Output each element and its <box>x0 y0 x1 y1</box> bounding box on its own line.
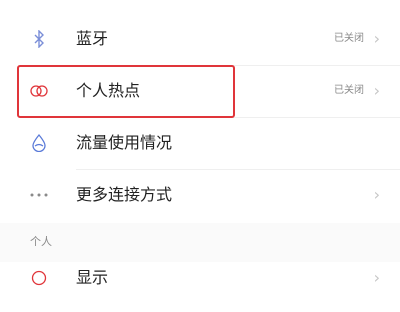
chevron-right-icon: › <box>373 81 380 100</box>
settings-item-label: 更多连接方式 <box>76 185 173 204</box>
data-usage-icon <box>29 133 49 153</box>
chevron-right-icon: › <box>373 268 380 287</box>
settings-item-more-connections[interactable]: 更多连接方式 › <box>0 169 400 221</box>
section-header-personal: 个人 <box>30 235 52 248</box>
settings-item-display[interactable]: 显示 › <box>0 252 400 304</box>
personal-card: 显示 › <box>0 262 400 312</box>
status-text: 已关闭 <box>334 85 364 96</box>
settings-item-data-usage[interactable]: 流量使用情况 <box>0 117 400 169</box>
bluetooth-icon <box>29 29 49 49</box>
status-text: 已关闭 <box>334 33 364 44</box>
highlight-box <box>17 65 235 118</box>
display-icon <box>29 268 49 288</box>
chevron-right-icon: › <box>373 29 380 48</box>
more-icon <box>29 185 49 205</box>
chevron-right-icon: › <box>373 185 380 204</box>
settings-item-bluetooth[interactable]: 蓝牙 已关闭 › <box>0 13 400 65</box>
settings-item-label: 蓝牙 <box>76 29 109 48</box>
settings-item-label: 显示 <box>76 268 109 287</box>
settings-item-label: 流量使用情况 <box>76 133 173 152</box>
